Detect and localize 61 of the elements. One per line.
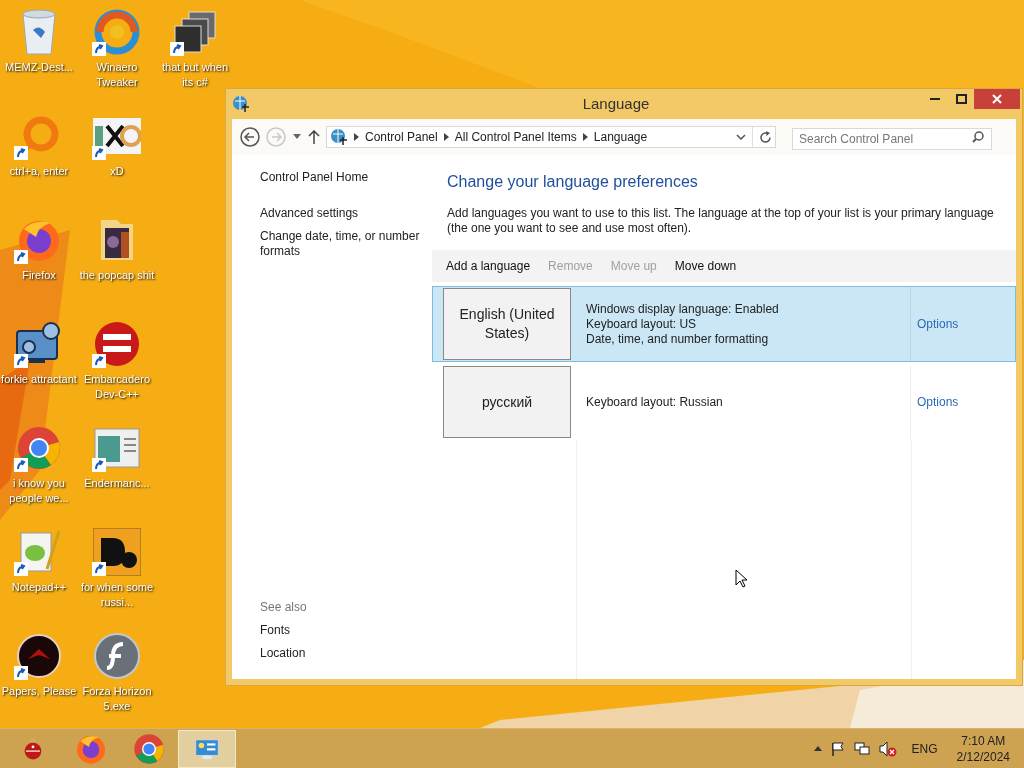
breadcrumb[interactable]: All Control Panel Items — [454, 128, 577, 146]
search-icon — [972, 131, 984, 143]
page-heading: Change your language preferences — [446, 172, 699, 192]
chevron-right-icon — [582, 133, 588, 141]
description: Add languages you want to use to this list. The language at the top of your list is your primary language (the one you want to see and use most often). — [446, 206, 995, 236]
language-detail: Keyboard layout: US — [586, 316, 698, 332]
language-detail: Keyboard layout: Russian — [586, 394, 724, 410]
window-icon — [94, 428, 140, 468]
clock-time[interactable]: 7:10 AM — [961, 732, 1006, 749]
sidebar-link[interactable]: Advanced settings — [260, 206, 432, 221]
back-icon[interactable] — [240, 127, 260, 147]
chrome-icon — [132, 732, 166, 765]
input-language[interactable]: ENG — [911, 739, 938, 758]
flag-icon[interactable] — [830, 741, 845, 756]
options-link[interactable]: Options — [917, 393, 959, 411]
language-detail: Windows display language: Enabled — [586, 301, 780, 317]
mouse-pointer-icon — [735, 569, 747, 588]
window-title: Language — [581, 93, 651, 114]
stacked-squares-icon — [173, 10, 217, 54]
swirl-icon — [94, 9, 140, 55]
sidebar-link[interactable]: Location — [260, 646, 432, 661]
dark-circle-icon — [16, 633, 62, 679]
globe-language-icon — [232, 95, 250, 113]
language-tile[interactable]: English (United States) — [443, 288, 571, 360]
sidebar-link[interactable]: Control Panel Home — [260, 170, 432, 185]
refresh-icon[interactable] — [759, 130, 772, 144]
language-detail: Date, time, and number formatting — [586, 331, 770, 347]
chevron-right-icon — [354, 133, 359, 141]
desktop-icon-label[interactable]: forkie attractant — [0, 372, 79, 387]
toolbar-button[interactable]: Add a language — [446, 257, 531, 275]
show-hidden-icons-icon[interactable] — [813, 746, 822, 751]
taskbar-button[interactable] — [178, 729, 236, 768]
chevron-down-icon[interactable] — [736, 134, 746, 140]
maximize-icon — [955, 94, 967, 104]
see-also-heading: See also — [260, 600, 308, 615]
toolbar-button[interactable]: Move down — [674, 257, 737, 275]
notepad-icon — [17, 529, 61, 575]
ornament-icon — [22, 737, 44, 760]
globe-language-icon — [330, 128, 348, 146]
close-icon — [992, 94, 1002, 104]
clock-date[interactable]: 2/12/2024 — [956, 748, 1010, 765]
chrome-icon — [16, 425, 62, 471]
address-bar[interactable]: Control Panel All Control Panel Items Language — [326, 126, 776, 148]
minimize-icon — [930, 97, 940, 101]
chevron-right-icon — [443, 133, 449, 141]
control-panel-icon — [194, 738, 220, 759]
language-row[interactable]: English (United States) Windows display language: Enabled Keyboard layout: US Date, time, and number formatting Options — [432, 286, 1016, 362]
sidebar-link[interactable]: Fonts — [260, 623, 432, 638]
breadcrumb[interactable]: Control Panel — [365, 128, 438, 146]
close-button[interactable] — [974, 89, 1020, 109]
search-field[interactable]: Search Control Panel — [792, 128, 992, 150]
flash-icon — [93, 632, 141, 680]
breadcrumb[interactable]: Language — [593, 128, 648, 146]
up-arrow-icon[interactable] — [308, 130, 320, 144]
network-icon[interactable] — [853, 741, 870, 756]
speaker-icon[interactable] — [878, 740, 897, 757]
recycle-bin-icon — [19, 8, 59, 56]
language-tile[interactable]: русский — [443, 366, 571, 438]
options-link[interactable]: Options — [917, 315, 959, 333]
sidebar-link[interactable]: Change date, time, or number formats — [260, 229, 432, 259]
dropdown-caret-icon[interactable] — [292, 134, 302, 140]
